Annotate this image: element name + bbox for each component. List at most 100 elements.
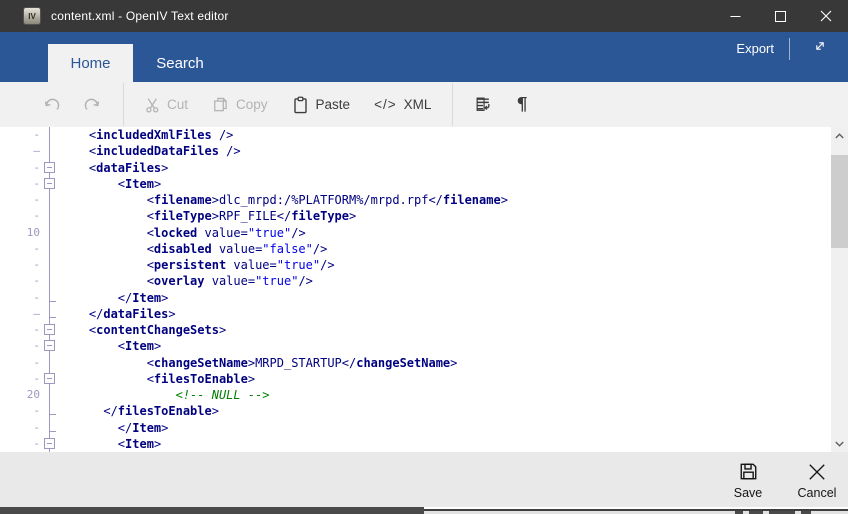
tab-search[interactable]: Search [133, 44, 227, 82]
code-text: <Item> [60, 176, 162, 191]
scroll-down-icon[interactable] [831, 435, 848, 452]
code-text: <disabled value="false"/> [60, 241, 328, 256]
expand-window-button[interactable] [804, 34, 836, 62]
code-line: 20 <!-- NULL --> [0, 387, 831, 404]
maximize-button[interactable] [758, 0, 803, 32]
code-line: - <Item> [0, 175, 831, 192]
fold-gutter [40, 289, 60, 306]
code-text: <Item> [60, 339, 162, 354]
save-button[interactable]: Save [719, 456, 777, 504]
code-line: - <filesToEnable> [0, 370, 831, 387]
code-line: - <Item> [0, 338, 831, 355]
fold-gutter [40, 273, 60, 290]
fold-line [49, 127, 50, 144]
minimize-button[interactable] [713, 0, 758, 32]
code-text: </Item> [60, 420, 169, 435]
line-number: - [33, 339, 40, 353]
fold-collapse-icon[interactable] [44, 437, 55, 449]
code-text: <dataFiles> [60, 160, 169, 175]
fold-collapse-icon[interactable] [44, 340, 55, 352]
code-line: - </Item> [0, 419, 831, 436]
ribbon-divider [789, 38, 790, 60]
code-line: - </filesToEnable> [0, 403, 831, 420]
cancel-label: Cancel [797, 485, 837, 500]
fold-line [49, 354, 50, 371]
code-line: 10 <locked value="true"/> [0, 224, 831, 241]
fold-end-mark [50, 430, 56, 432]
code-text: <includedXmlFiles /> [60, 128, 234, 142]
fold-line [49, 208, 50, 225]
openiv-text-editor-window: IV content.xml - OpenIV Text editor Home… [0, 0, 848, 514]
fold-gutter [40, 208, 60, 225]
code-text: <Item> [60, 436, 162, 451]
redo-button [72, 82, 114, 127]
line-number: – [33, 306, 40, 320]
fold-gutter [40, 127, 60, 144]
code-line: - <Item> [0, 435, 831, 452]
export-button[interactable]: Export [726, 32, 784, 64]
code-text: </dataFiles> [60, 306, 176, 321]
fold-gutter [40, 338, 60, 355]
fold-gutter [40, 257, 60, 274]
code-text: <contentChangeSets> [60, 323, 227, 337]
code-line: - <disabled value="false"/> [0, 240, 831, 257]
toolbar-separator [123, 83, 124, 126]
fold-collapse-icon[interactable] [44, 324, 55, 335]
paste-button[interactable]: Paste [280, 82, 363, 127]
fold-collapse-icon[interactable] [44, 372, 55, 384]
copy-label: Copy [236, 97, 268, 112]
fold-collapse-icon[interactable] [44, 161, 55, 173]
maximize-icon [775, 10, 786, 22]
close-icon [820, 10, 832, 22]
scrollbar-thumb[interactable] [831, 155, 848, 248]
undo-icon [42, 96, 60, 113]
fold-gutter [40, 224, 60, 241]
app-icon-label: IV [28, 11, 36, 21]
word-wrap-button[interactable] [462, 82, 504, 127]
code-line: - <filename>dlc_mrpd:/%PLATFORM%/mrpd.rp… [0, 192, 831, 209]
line-number: – [33, 144, 40, 158]
code-line: - <includedXmlFiles /> [0, 127, 831, 144]
code-icon: </> [374, 97, 397, 112]
xml-button[interactable]: </> XML [362, 82, 443, 127]
redo-icon [84, 96, 102, 113]
code-line: – <includedDataFiles /> [0, 143, 831, 160]
footer-bar: Save Cancel [0, 452, 848, 507]
app-icon: IV [23, 7, 41, 25]
xml-text-editor[interactable]: - <includedXmlFiles /> – <includedDataFil… [0, 127, 848, 452]
fold-gutter [40, 435, 60, 452]
fold-collapse-icon[interactable] [44, 177, 55, 189]
cancel-button[interactable]: Cancel [788, 456, 846, 504]
save-label: Save [733, 485, 763, 500]
fold-gutter [40, 240, 60, 257]
fold-line [49, 419, 50, 436]
scroll-up-icon[interactable] [831, 127, 848, 144]
line-number: - [33, 355, 40, 369]
close-button[interactable] [803, 0, 848, 32]
vertical-scrollbar[interactable] [831, 127, 848, 452]
toolbar-separator [452, 83, 454, 126]
fold-line [49, 273, 50, 290]
fold-gutter [40, 354, 60, 371]
code-text: <persistent value="true"/> [60, 258, 335, 272]
fold-end-mark [50, 316, 56, 318]
save-icon [738, 461, 759, 483]
code-line: - </Item> [0, 289, 831, 306]
line-number: 20 [26, 388, 40, 401]
fold-gutter [40, 419, 60, 436]
code-text: <changeSetName>MRPD_STARTUP</changeSetNa… [60, 355, 458, 370]
line-number: - [33, 128, 40, 141]
formatting-marks-button[interactable]: ¶ [504, 82, 539, 127]
fold-line [49, 403, 50, 420]
tab-home[interactable]: Home [48, 44, 133, 82]
toolbar: Cut Copy Paste </> XML ¶ [0, 82, 848, 127]
minimize-icon [730, 11, 741, 22]
code-line: - <overlay value="true"/> [0, 273, 831, 290]
code-text: <includedDataFiles /> [60, 144, 241, 159]
code-area[interactable]: - <includedXmlFiles /> – <includedDataFil… [0, 127, 831, 452]
cut-label: Cut [167, 97, 189, 112]
code-line: - <changeSetName>MRPD_STARTUP</changeSet… [0, 354, 831, 371]
code-text: <fileType>RPF_FILE</fileType> [60, 209, 357, 224]
fold-gutter [40, 143, 60, 160]
copy-button: Copy [200, 82, 280, 127]
